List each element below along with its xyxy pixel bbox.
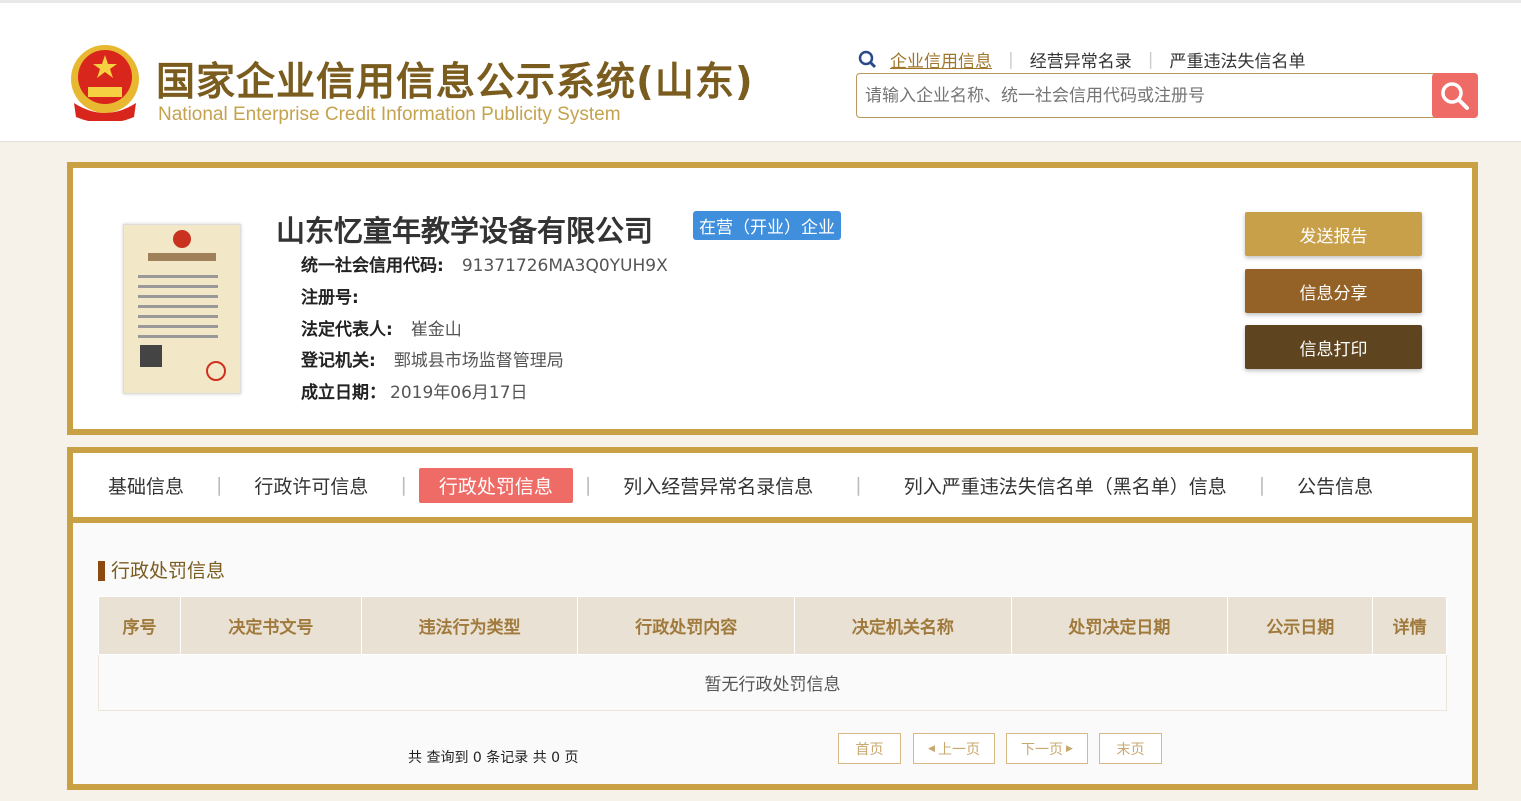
divider: | [1147,49,1154,70]
print-info-button[interactable]: 信息打印 [1245,325,1422,369]
site-title: 国家企业信用信息公示系统(山东) [156,60,754,105]
col-decision-date: 处罚决定日期 [1010,596,1229,655]
tab-basic[interactable]: 基础信息 [88,468,204,503]
nav-blacklist[interactable]: 严重违法失信名单 [1169,47,1305,72]
site-header: 国家企业信用信息公示系统(山东) National Enterprise Cre… [0,0,1521,142]
last-page-button[interactable]: 末页 [1099,733,1162,764]
tab-blacklist[interactable]: 列入严重违法失信名单（黑名单）信息 [884,468,1247,503]
search-input[interactable] [857,74,1427,117]
tab-announcement[interactable]: 公告信息 [1277,468,1393,503]
penalty-table: 序号 决定书文号 违法行为类型 行政处罚内容 决定机关名称 处罚决定日期 公示日… [98,596,1447,711]
site-subtitle: National Enterprise Credit Information P… [158,104,621,125]
field-reg-no: 注册号: [301,288,359,308]
search-icon [1441,81,1469,110]
col-penalty-content: 行政处罚内容 [577,596,796,655]
first-page-button[interactable]: 首页 [838,733,901,764]
pager-summary: 共 查询到 0 条记录 共 0 页 [408,750,579,766]
next-page-button[interactable]: 下一页 ▶ [1006,733,1088,764]
table-row: 暂无行政处罚信息 [98,654,1447,711]
tab-license[interactable]: 行政许可信息 [234,468,388,503]
section-title: 行政处罚信息 [98,561,225,581]
caret-left-icon: ◀ [928,743,935,754]
search-icon [858,50,877,68]
col-index: 序号 [98,596,181,655]
col-publish-date: 公示日期 [1227,596,1374,655]
table-header-row: 序号 决定书文号 违法行为类型 行政处罚内容 决定机关名称 处罚决定日期 公示日… [98,596,1447,655]
business-license-image[interactable] [123,224,241,394]
col-violation-type: 违法行为类型 [360,596,579,655]
detail-card: 基础信息 | 行政许可信息 | 行政处罚信息 | 列入经营异常名录信息 | 列入严重违法… [67,447,1478,790]
company-card: 山东忆童年教学设备有限公司 在营（开业）企业 统一社会信用代码: 91371726… [67,162,1478,435]
prev-page-button[interactable]: ◀ 上一页 [913,733,995,764]
tab-penalty[interactable]: 行政处罚信息 [418,467,573,503]
field-established: 成立日期： 2019年06月17日 [301,383,528,403]
nav-abnormal-list[interactable]: 经营异常名录 [1030,47,1132,72]
divider: | [1008,49,1014,70]
top-nav: 企业信用信息 | 经营异常名录 | 严重违法失信名单 [858,47,1305,72]
tab-bar: 基础信息 | 行政许可信息 | 行政处罚信息 | 列入经营异常名录信息 | 列入严重违法… [73,453,1472,523]
send-report-button[interactable]: 发送报告 [1245,212,1422,256]
field-credit-code: 统一社会信用代码: 91371726MA3Q0YUH9X [301,256,668,276]
share-info-button[interactable]: 信息分享 [1245,269,1422,313]
col-doc-no: 决定书文号 [180,596,362,655]
col-authority: 决定机关名称 [794,596,1012,655]
company-name: 山东忆童年教学设备有限公司 [276,214,654,248]
status-badge: 在营（开业）企业 [693,211,841,240]
col-details: 详情 [1372,596,1447,655]
nav-credit-info[interactable]: 企业信用信息 [890,47,992,72]
search-button[interactable] [1432,73,1478,118]
field-authority: 登记机关: 鄄城县市场监督管理局 [301,351,564,371]
empty-message: 暂无行政处罚信息 [98,654,1447,711]
search-box [856,73,1478,118]
caret-right-icon: ▶ [1066,743,1073,754]
field-legal-rep: 法定代表人: 崔金山 [301,320,462,340]
tab-abnormal[interactable]: 列入经营异常名录信息 [603,468,833,503]
national-emblem-icon [71,45,139,121]
